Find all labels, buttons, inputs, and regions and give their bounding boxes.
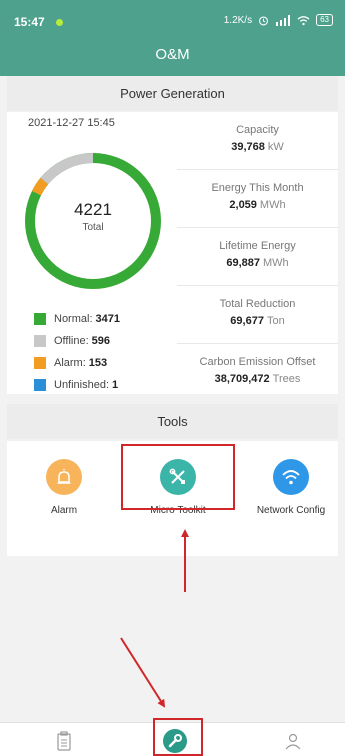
annotation-arrows — [120, 529, 189, 708]
app-screen: 15:47 1.2K/s 63 O&M Power Generation 202… — [0, 0, 345, 756]
nav-profile[interactable] — [278, 729, 308, 753]
clipboard-icon — [57, 731, 71, 751]
nav-clipboard[interactable] — [49, 729, 79, 753]
arrow-down — [120, 637, 166, 708]
user-icon — [285, 733, 301, 750]
nav-tools-highlight-box — [153, 718, 203, 756]
